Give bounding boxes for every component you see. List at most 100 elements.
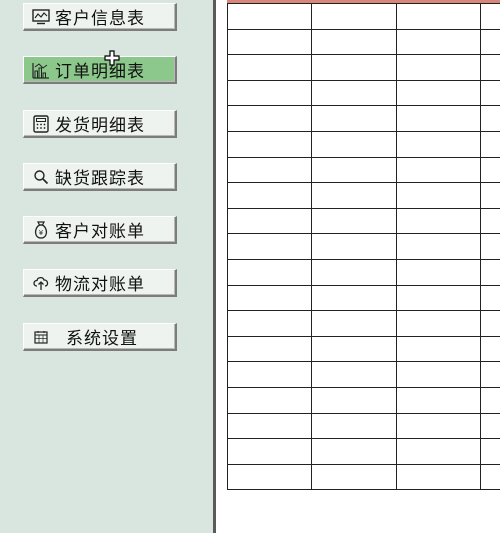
- table-cell[interactable]: [395, 233, 482, 260]
- table-cell[interactable]: [480, 54, 500, 81]
- table-row: [226, 258, 500, 286]
- table-cell[interactable]: [311, 105, 397, 132]
- table-cell[interactable]: [480, 233, 500, 260]
- table-cell[interactable]: [395, 386, 482, 414]
- table-cell[interactable]: [311, 207, 397, 235]
- table-row: [226, 361, 500, 388]
- table-cell[interactable]: [395, 207, 482, 235]
- nav-button-customer-info[interactable]: 客户信息表: [23, 3, 177, 31]
- table-cell[interactable]: [311, 438, 397, 465]
- nav-button-system-settings[interactable]: 系统设置: [23, 323, 177, 351]
- table-cell[interactable]: [480, 463, 500, 491]
- table-cell[interactable]: [395, 182, 482, 209]
- table-cell[interactable]: [311, 130, 397, 158]
- table-cell[interactable]: [226, 54, 313, 81]
- table-cell[interactable]: [311, 361, 397, 388]
- table-cell[interactable]: [311, 156, 397, 184]
- cloud-upload-icon: [30, 275, 52, 291]
- table-cell[interactable]: [395, 284, 482, 312]
- table-cell[interactable]: [311, 233, 397, 260]
- table-cell[interactable]: [480, 182, 500, 209]
- monitor-icon: [30, 8, 52, 25]
- table-cell[interactable]: [226, 28, 313, 56]
- table-cell[interactable]: [226, 207, 313, 235]
- nav-button-shipping-details[interactable]: 发货明细表: [23, 110, 177, 138]
- table-cell[interactable]: [395, 412, 482, 440]
- table-cell[interactable]: [311, 310, 397, 337]
- table-row: [226, 182, 500, 209]
- table-cell[interactable]: [395, 130, 482, 158]
- table-cell[interactable]: [480, 412, 500, 440]
- table-cell[interactable]: [395, 361, 482, 388]
- table-cell[interactable]: [395, 310, 482, 337]
- table-cell[interactable]: [226, 284, 313, 312]
- table-cell[interactable]: [311, 54, 397, 81]
- table-cell[interactable]: [395, 258, 482, 286]
- table-cell[interactable]: [311, 386, 397, 414]
- nav-button-order-details[interactable]: 订单明细表: [23, 56, 177, 84]
- table-cell[interactable]: [480, 28, 500, 56]
- data-grid[interactable]: [226, 3, 500, 491]
- table-cell[interactable]: [226, 386, 313, 414]
- table-cell[interactable]: [395, 463, 482, 491]
- table-cell[interactable]: [395, 438, 482, 465]
- table-cell[interactable]: [226, 463, 313, 491]
- table-row: [226, 463, 500, 491]
- table-row: [226, 54, 500, 81]
- table-cell[interactable]: [480, 156, 500, 184]
- table-cell[interactable]: [311, 412, 397, 440]
- bar-chart-icon: [30, 61, 52, 79]
- table-cell[interactable]: [311, 79, 397, 107]
- table-cell[interactable]: [226, 335, 313, 363]
- table-cell[interactable]: [395, 105, 482, 132]
- table-cell[interactable]: [480, 105, 500, 132]
- table-cell[interactable]: [480, 335, 500, 363]
- table-cell[interactable]: [226, 105, 313, 132]
- table-cell[interactable]: [480, 438, 500, 465]
- money-bag-icon: ¥: [30, 220, 52, 239]
- table-cell[interactable]: [226, 79, 313, 107]
- table-cell[interactable]: [226, 233, 313, 260]
- table-row: [226, 156, 500, 184]
- table-cell[interactable]: [226, 182, 313, 209]
- nav-button-label: 客户对账单: [55, 222, 145, 242]
- table-cell[interactable]: [226, 361, 313, 388]
- table-cell[interactable]: [311, 463, 397, 491]
- table-cell[interactable]: [226, 310, 313, 337]
- table-cell[interactable]: [480, 130, 500, 158]
- table-cell[interactable]: [395, 79, 482, 107]
- table-cell[interactable]: [311, 335, 397, 363]
- table-cell[interactable]: [395, 335, 482, 363]
- nav-button-logistics-statement[interactable]: 物流对账单: [23, 269, 177, 297]
- table-cell[interactable]: [226, 438, 313, 465]
- table-cell[interactable]: [480, 284, 500, 312]
- table-cell[interactable]: [311, 3, 397, 30]
- table-row: [226, 284, 500, 312]
- table-cell[interactable]: [480, 79, 500, 107]
- table-row: [226, 233, 500, 260]
- table-cell[interactable]: [480, 386, 500, 414]
- table-cell[interactable]: [480, 207, 500, 235]
- table-cell[interactable]: [226, 156, 313, 184]
- table-cell[interactable]: [226, 3, 313, 30]
- nav-button-label: 订单明细表: [55, 62, 145, 82]
- table-cell[interactable]: [480, 3, 500, 30]
- table-cell[interactable]: [480, 361, 500, 388]
- table-cell[interactable]: [395, 54, 482, 81]
- table-cell[interactable]: [395, 156, 482, 184]
- table-cell[interactable]: [311, 284, 397, 312]
- nav-button-customer-statement[interactable]: ¥ 客户对账单: [23, 216, 177, 244]
- table-row: [226, 79, 500, 107]
- table-cell[interactable]: [311, 182, 397, 209]
- table-cell[interactable]: [226, 258, 313, 286]
- table-cell[interactable]: [311, 28, 397, 56]
- table-cell[interactable]: [226, 412, 313, 440]
- table-cell[interactable]: [395, 28, 482, 56]
- nav-button-shortage-tracking[interactable]: 缺货跟踪表: [23, 163, 177, 191]
- table-cell[interactable]: [480, 310, 500, 337]
- table-cell[interactable]: [311, 258, 397, 286]
- table-cell[interactable]: [226, 130, 313, 158]
- table-cell[interactable]: [480, 258, 500, 286]
- table-row: [226, 207, 500, 235]
- table-cell[interactable]: [395, 3, 482, 30]
